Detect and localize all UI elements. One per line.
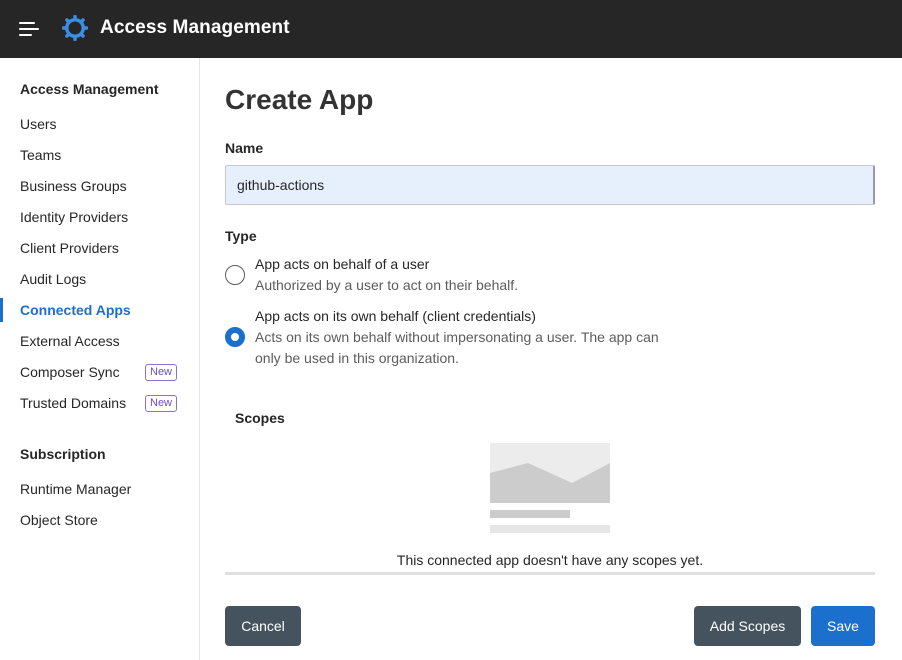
sidebar-item-trusted-domains[interactable]: Trusted Domains New (0, 389, 199, 417)
sidebar-item-label: Audit Logs (20, 271, 87, 287)
sidebar-item-label: Object Store (20, 512, 98, 528)
sidebar-item-object-store[interactable]: Object Store (0, 506, 199, 534)
option-user-title: App acts on behalf of a user (255, 256, 430, 272)
divider (225, 572, 875, 575)
sidebar-item-label: Runtime Manager (20, 481, 132, 497)
sidebar-item-composer-sync[interactable]: Composer Sync New (0, 358, 199, 386)
sidebar-item-runtime-manager[interactable]: Runtime Manager (0, 475, 199, 503)
radio-client-credentials[interactable] (225, 327, 245, 347)
name-label: Name (225, 140, 264, 156)
name-input[interactable] (225, 165, 875, 205)
sidebar-item-users[interactable]: Users (0, 110, 199, 138)
sidebar-item-label: Composer Sync (20, 364, 120, 380)
sidebar-heading-subscription: Subscription (20, 446, 106, 462)
option-client-credentials-title: App acts on its own behalf (client crede… (255, 308, 536, 324)
sidebar-item-label: Business Groups (20, 178, 127, 194)
gear-logo-icon (62, 15, 88, 41)
scopes-empty-message: This connected app doesn't have any scop… (396, 552, 704, 568)
main-content: Create App Name Type App acts on behalf … (200, 58, 902, 660)
scopes-label: Scopes (235, 410, 285, 426)
sidebar-item-label: Trusted Domains (20, 395, 127, 411)
sidebar-item-client-providers[interactable]: Client Providers (0, 234, 199, 262)
option-client-credentials-description-line2: only be used in this organization. (255, 350, 459, 366)
sidebar-item-label: Connected Apps (20, 302, 131, 318)
option-client-credentials-description-line1: Acts on its own behalf without impersona… (255, 329, 659, 345)
type-label: Type (225, 228, 257, 244)
sidebar-item-label: Client Providers (20, 240, 119, 256)
sidebar-heading-access-management: Access Management (20, 81, 159, 97)
sidebar-item-label: Identity Providers (20, 209, 129, 225)
hamburger-icon[interactable] (19, 19, 41, 39)
new-badge: New (145, 364, 178, 381)
sidebar: Access Management Users Teams Business G… (0, 58, 200, 660)
add-scopes-button[interactable]: Add Scopes (694, 606, 801, 646)
app-title: Access Management (100, 17, 290, 38)
cancel-button[interactable]: Cancel (225, 606, 301, 646)
sidebar-item-teams[interactable]: Teams (0, 141, 199, 169)
save-button[interactable]: Save (811, 606, 875, 646)
top-bar: Access Management (0, 0, 902, 58)
page-title: Create App (225, 84, 374, 115)
option-user-description: Authorized by a user to act on their beh… (255, 277, 519, 293)
empty-state-illustration-icon (490, 443, 610, 533)
sidebar-item-label: Users (20, 116, 57, 132)
sidebar-item-label: External Access (20, 333, 120, 349)
sidebar-item-connected-apps[interactable]: Connected Apps (0, 296, 199, 324)
new-badge: New (145, 395, 178, 412)
sidebar-item-audit-logs[interactable]: Audit Logs (0, 265, 199, 293)
sidebar-item-label: Teams (20, 147, 62, 163)
sidebar-item-identity-providers[interactable]: Identity Providers (0, 203, 199, 231)
sidebar-item-business-groups[interactable]: Business Groups (0, 172, 199, 200)
radio-on-behalf-of-user[interactable] (225, 265, 245, 285)
sidebar-item-external-access[interactable]: External Access (0, 327, 199, 355)
